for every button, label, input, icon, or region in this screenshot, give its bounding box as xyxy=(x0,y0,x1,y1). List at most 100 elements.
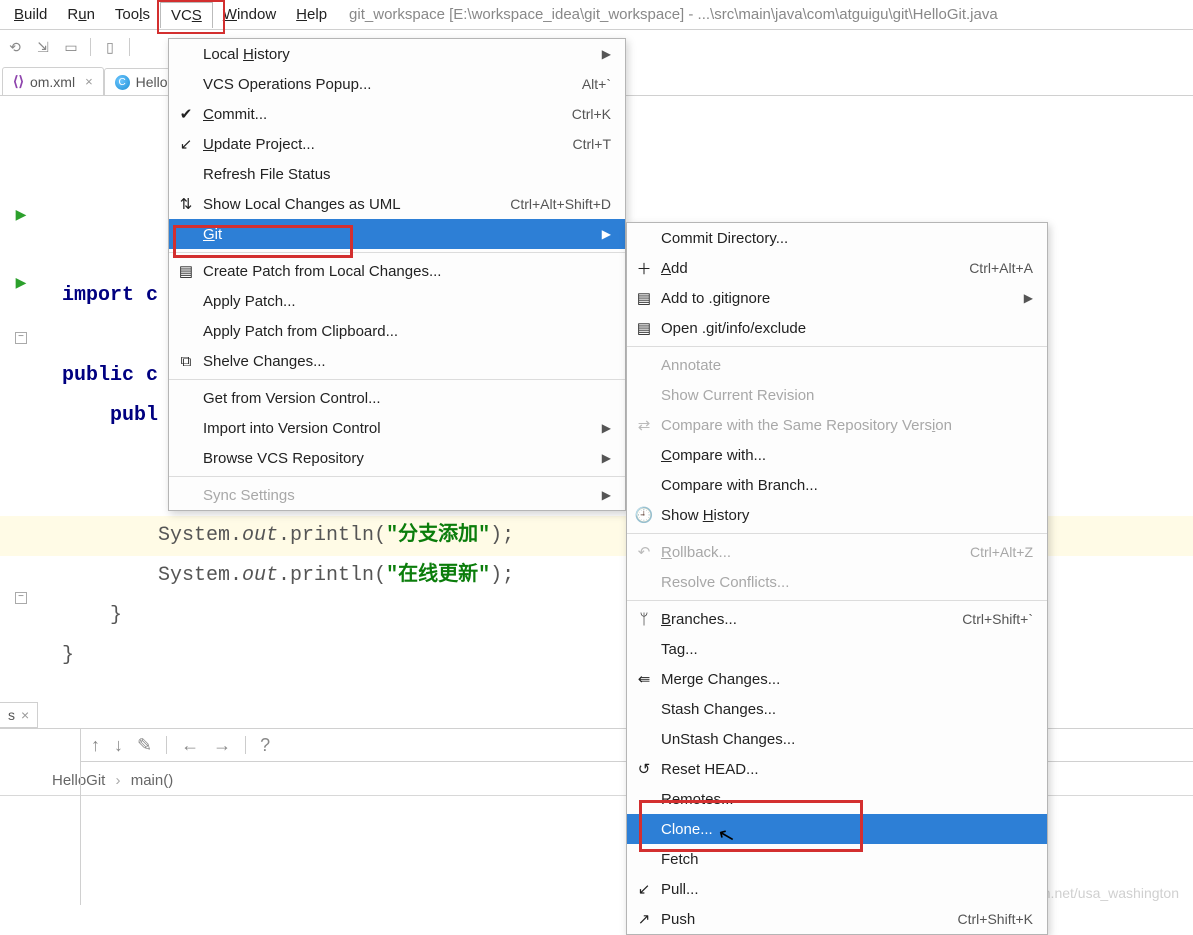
git-menu-clone[interactable]: Clone... xyxy=(627,814,1047,844)
git-submenu: Commit Directory...＋AddCtrl+Alt+A ▤ Add to… xyxy=(626,222,1048,935)
git-menu-branches[interactable]: ᛘBranches...Ctrl+Shift+` xyxy=(627,604,1047,634)
vcs-dropdown-menu: Local History▶VCS Operations Popup...Alt… xyxy=(168,38,626,511)
shelve-icon: ⧉ xyxy=(177,352,195,370)
menu-item-label: Tag... xyxy=(661,641,1033,658)
menu-shortcut: Ctrl+Alt+A xyxy=(969,260,1033,276)
close-icon[interactable]: × xyxy=(21,707,29,723)
java-file-icon: C xyxy=(115,75,130,90)
blank-icon xyxy=(635,820,653,838)
vcs-menu-browse-vcs-repository[interactable]: Browse VCS Repository▶ xyxy=(169,443,625,473)
editor-tab[interactable]: ⟨⟩ om.xml × xyxy=(2,67,104,95)
menu-item-label: Annotate xyxy=(661,357,1033,374)
vcs-menu-update-project[interactable]: ↙Update Project...Ctrl+T xyxy=(169,129,625,159)
blank-icon xyxy=(177,165,195,183)
git-menu-compare-with[interactable]: Compare with... xyxy=(627,440,1047,470)
menu-separator xyxy=(169,379,625,380)
up-icon[interactable]: ↑ xyxy=(91,735,100,756)
menu-help[interactable]: Help xyxy=(286,2,337,27)
menu-shortcut: Ctrl+T xyxy=(573,136,612,152)
blank-icon xyxy=(635,356,653,374)
close-tab-icon[interactable]: × xyxy=(85,74,93,89)
vcs-menu-get-from-version-control[interactable]: Get from Version Control... xyxy=(169,383,625,413)
git-menu-fetch[interactable]: Fetch xyxy=(627,844,1047,874)
menu-build[interactable]: Build xyxy=(4,2,57,27)
git-menu-stash-changes[interactable]: Stash Changes... xyxy=(627,694,1047,724)
git-menu-merge-changes[interactable]: ⇚ Merge Changes... xyxy=(627,664,1047,694)
menu-shortcut: Ctrl+Alt+Shift+D xyxy=(510,196,611,212)
forward-icon[interactable]: → xyxy=(213,735,231,756)
menu-item-label: Create Patch from Local Changes... xyxy=(203,263,611,280)
merge-icon: ⇚ xyxy=(635,670,653,688)
vcs-menu-apply-patch[interactable]: Apply Patch... xyxy=(169,286,625,316)
menu-item-label: Update Project... xyxy=(203,136,535,153)
vcs-menu-refresh-file-status[interactable]: Refresh File Status xyxy=(169,159,625,189)
fold-icon[interactable]: − xyxy=(15,592,27,604)
vcs-menu-commit[interactable]: ✔Commit...Ctrl+K xyxy=(169,99,625,129)
git-menu-push[interactable]: ↗PushCtrl+Shift+K xyxy=(627,904,1047,934)
git-menu-annotate: Annotate xyxy=(627,350,1047,380)
vcs-menu-git[interactable]: Git▶ xyxy=(169,219,625,249)
vcs-menu-apply-patch-from-clipboard[interactable]: Apply Patch from Clipboard... xyxy=(169,316,625,346)
toolbar-sync-icon[interactable]: ⟲ xyxy=(6,38,24,56)
git-menu-reset-head[interactable]: ↺Reset HEAD... xyxy=(627,754,1047,784)
menu-item-label: Reset HEAD... xyxy=(661,761,1033,778)
git-menu-compare-with-the-same-repository-version: ⇄Compare with the Same Repository Versio… xyxy=(627,410,1047,440)
blank-icon xyxy=(635,446,653,464)
git-menu-remotes[interactable]: Remotes... xyxy=(627,784,1047,814)
vcs-menu-vcs-operations-popup[interactable]: VCS Operations Popup...Alt+` xyxy=(169,69,625,99)
git-menu-show-history[interactable]: 🕘Show History xyxy=(627,500,1047,530)
blank-icon xyxy=(635,790,653,808)
vcs-menu-shelve-changes[interactable]: ⧉ Shelve Changes... xyxy=(169,346,625,376)
git-menu-unstash-changes[interactable]: UnStash Changes... xyxy=(627,724,1047,754)
pull-icon: ↙ xyxy=(635,880,653,898)
toolbar-stop-icon[interactable]: ▭ xyxy=(62,38,80,56)
vcs-menu-create-patch-from-local-changes[interactable]: ▤Create Patch from Local Changes... xyxy=(169,256,625,286)
blank-icon xyxy=(635,640,653,658)
toolbar-separator xyxy=(90,38,91,56)
vcs-menu-local-history[interactable]: Local History▶ xyxy=(169,39,625,69)
git-menu-open-git-info-exclude[interactable]: ▤Open .git/info/exclude xyxy=(627,313,1047,343)
menu-item-label: Refresh File Status xyxy=(203,166,611,183)
git-menu-show-current-revision: Show Current Revision xyxy=(627,380,1047,410)
git-menu-add[interactable]: ＋AddCtrl+Alt+A xyxy=(627,253,1047,283)
menu-vcs[interactable]: VCS xyxy=(160,2,213,28)
ignore-icon: ▤ xyxy=(635,289,653,307)
run-gutter-icon[interactable]: ▶ xyxy=(16,196,27,236)
menu-separator xyxy=(169,252,625,253)
fold-icon[interactable]: − xyxy=(15,332,27,344)
menu-bar: Build Run Tools VCS Window Help git_work… xyxy=(0,0,1193,30)
menu-item-label: Add to .gitignore xyxy=(661,290,998,307)
git-menu-commit-directory[interactable]: Commit Directory... xyxy=(627,223,1047,253)
help-icon[interactable]: ? xyxy=(260,735,270,756)
submenu-arrow-icon: ▶ xyxy=(602,488,611,502)
down-icon[interactable]: ↓ xyxy=(114,735,123,756)
menu-item-label: Shelve Changes... xyxy=(203,353,611,370)
menu-item-label: Apply Patch... xyxy=(203,293,611,310)
run-gutter-icon[interactable]: ▶ xyxy=(16,264,27,304)
git-menu-compare-with-branch[interactable]: Compare with Branch... xyxy=(627,470,1047,500)
submenu-arrow-icon: ▶ xyxy=(1024,291,1033,305)
git-menu-add-to-gitignore[interactable]: ▤ Add to .gitignore ▶ xyxy=(627,283,1047,313)
menu-item-label: UnStash Changes... xyxy=(661,731,1033,748)
git-menu-pull[interactable]: ↙Pull... xyxy=(627,874,1047,904)
toolbar-out-icon[interactable]: ⇲ xyxy=(34,38,52,56)
toolbar-device-icon[interactable]: ▯ xyxy=(101,38,119,56)
menu-run[interactable]: Run xyxy=(57,2,105,27)
menu-window[interactable]: Window xyxy=(213,2,286,27)
blank-icon xyxy=(177,486,195,504)
menu-item-label: Merge Changes... xyxy=(661,671,1033,688)
compare-icon: ⇄ xyxy=(635,416,653,434)
blank-icon xyxy=(177,45,195,63)
clock-icon: 🕘 xyxy=(635,506,653,524)
git-menu-tag[interactable]: Tag... xyxy=(627,634,1047,664)
menu-separator xyxy=(627,533,1047,534)
menu-item-label: Sync Settings xyxy=(203,487,576,504)
menu-item-label: Branches... xyxy=(661,611,924,628)
edit-icon[interactable]: ✎ xyxy=(137,735,152,756)
menu-item-label: Stash Changes... xyxy=(661,701,1033,718)
vcs-menu-show-local-changes-as-uml[interactable]: ⇅Show Local Changes as UMLCtrl+Alt+Shift… xyxy=(169,189,625,219)
vcs-menu-import-into-version-control[interactable]: Import into Version Control▶ xyxy=(169,413,625,443)
menu-tools[interactable]: Tools xyxy=(105,2,160,27)
back-icon[interactable]: ← xyxy=(181,735,199,756)
tool-window-tab[interactable]: s× xyxy=(0,702,38,728)
